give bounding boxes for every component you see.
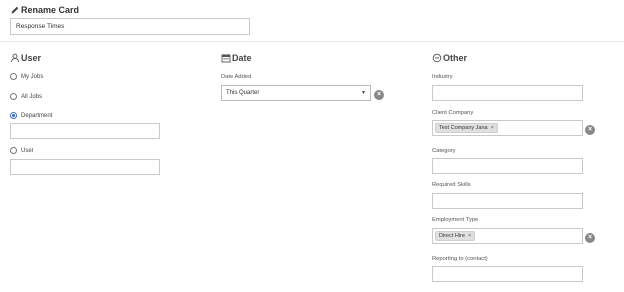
user-input[interactable] — [10, 159, 160, 175]
minus-circle-icon — [432, 53, 442, 63]
radio-department-label: Department — [21, 112, 53, 119]
date-section-title: Date — [221, 53, 252, 63]
category-label: Category — [432, 148, 456, 154]
user-icon — [11, 53, 19, 63]
date-added-label: Date Added — [221, 74, 252, 80]
radio-department-circle[interactable] — [10, 112, 17, 119]
reporting-to-label: Reporting to (contact) — [432, 256, 488, 262]
tag-remove-icon[interactable]: × — [468, 233, 471, 239]
rename-card-input-value: Response Times — [16, 23, 65, 30]
client-company-input[interactable]: Test Company Jana × — [432, 120, 583, 136]
other-section-title-text: Other — [443, 53, 468, 63]
date-section-title-text: Date — [232, 53, 252, 63]
date-added-select-value: This Quarter — [226, 90, 260, 96]
rename-card-title-text: Rename Card — [21, 5, 80, 15]
reporting-to-input[interactable] — [432, 266, 583, 282]
required-skills-label: Required Skills — [432, 182, 471, 188]
user-section-title: User — [10, 53, 41, 63]
client-company-clear-icon[interactable]: × — [585, 125, 595, 135]
employment-type-clear-icon[interactable]: × — [585, 233, 595, 243]
department-input[interactable] — [10, 123, 160, 139]
tag-remove-icon[interactable]: × — [491, 125, 494, 131]
radio-my-jobs-circle[interactable] — [10, 73, 17, 80]
required-skills-input[interactable] — [432, 193, 583, 209]
rename-card-title: Rename Card — [10, 5, 79, 15]
rename-card-input[interactable]: Response Times — [10, 18, 250, 35]
chevron-down-icon: ▼ — [361, 90, 366, 96]
user-section-title-text: User — [21, 53, 42, 63]
employment-type-input[interactable]: Direct Hire × — [432, 228, 583, 244]
industry-label: Industry — [432, 74, 453, 80]
category-input[interactable] — [432, 158, 583, 174]
radio-all-jobs[interactable]: All Jobs — [10, 93, 42, 100]
pencil-icon — [11, 6, 19, 14]
employment-type-tag-label: Direct Hire — [439, 233, 465, 239]
radio-my-jobs-label: My Jobs — [21, 73, 44, 80]
radio-user-circle[interactable] — [10, 147, 17, 154]
client-company-label: Client Company — [432, 110, 474, 116]
date-added-clear-icon[interactable]: × — [374, 90, 384, 100]
client-company-tag: Test Company Jana × — [435, 123, 498, 133]
employment-type-tag: Direct Hire × — [435, 231, 476, 241]
calendar-icon — [221, 54, 231, 63]
header-divider — [0, 41, 624, 42]
radio-my-jobs[interactable]: My Jobs — [10, 73, 43, 80]
employment-type-label: Employment Type — [432, 217, 479, 223]
radio-user[interactable]: User — [10, 147, 34, 154]
industry-input[interactable] — [432, 85, 583, 101]
client-company-tag-label: Test Company Jana — [439, 125, 488, 131]
date-added-select[interactable]: This Quarter ▼ — [221, 85, 371, 101]
radio-user-label: User — [21, 147, 34, 154]
other-section-title: Other — [432, 53, 467, 63]
radio-department[interactable]: Department — [10, 112, 52, 119]
radio-all-jobs-circle[interactable] — [10, 93, 17, 100]
radio-all-jobs-label: All Jobs — [21, 93, 43, 100]
